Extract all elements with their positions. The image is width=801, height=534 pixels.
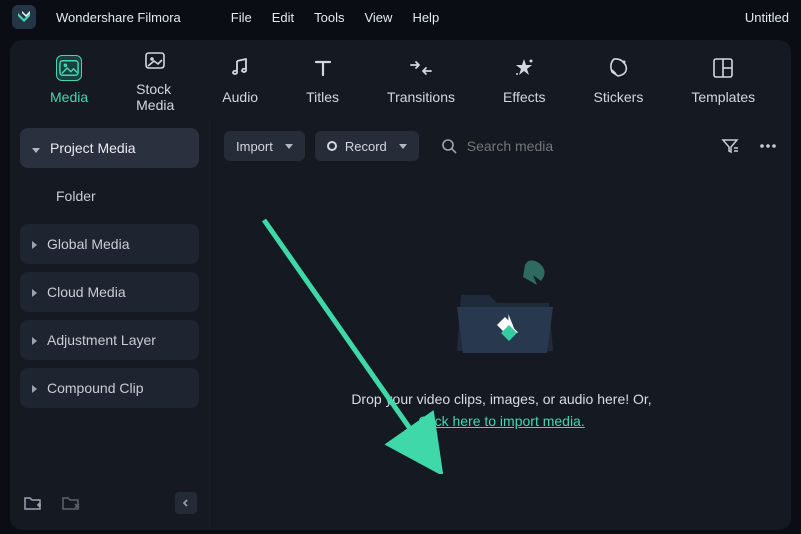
tabbar: Media Stock Media Audio Titles Transitio…: [10, 40, 791, 120]
sidebar-item-compound-clip[interactable]: Compound Clip: [20, 368, 199, 408]
caret-right-icon: [32, 332, 37, 348]
tab-label: Templates: [691, 89, 755, 105]
search-icon: [441, 138, 457, 154]
sidebar-item-folder[interactable]: Folder: [20, 176, 199, 216]
media-icon: [56, 55, 82, 81]
tab-label: Effects: [503, 89, 546, 105]
titles-icon: [310, 55, 336, 81]
annotation-arrow: [256, 214, 446, 474]
sidebar-item-label: Compound Clip: [47, 380, 144, 396]
sidebar-item-label: Global Media: [47, 236, 130, 252]
record-icon: [327, 141, 337, 151]
menu-edit[interactable]: Edit: [272, 10, 294, 25]
document-title: Untitled: [745, 10, 789, 25]
sidebar-footer: [20, 486, 199, 520]
dropzone[interactable]: Drop your video clips, images, or audio …: [224, 164, 779, 520]
sidebar-item-label: Project Media: [50, 140, 136, 156]
app-logo: [12, 5, 36, 29]
titlebar: Wondershare Filmora File Edit Tools View…: [0, 0, 801, 34]
tab-label: Stickers: [594, 89, 644, 105]
tab-transitions[interactable]: Transitions: [387, 55, 455, 105]
main-row: Project Media Folder Global Media Cloud …: [10, 120, 791, 530]
toolbar: Import Record: [224, 128, 779, 164]
import-media-link[interactable]: Click here to import media.: [418, 413, 585, 429]
sidebar-item-label: Folder: [56, 188, 96, 204]
tab-label: Stock Media: [136, 81, 174, 113]
tab-label: Audio: [222, 89, 258, 105]
tab-titles[interactable]: Titles: [306, 55, 339, 105]
stickers-icon: [605, 55, 631, 81]
stock-media-icon: [142, 47, 168, 73]
import-button[interactable]: Import: [224, 131, 305, 161]
sidebar-item-project-media[interactable]: Project Media: [20, 128, 199, 168]
tab-label: Media: [50, 89, 88, 105]
new-folder-icon[interactable]: [22, 492, 44, 514]
tab-stickers[interactable]: Stickers: [594, 55, 644, 105]
search-input[interactable]: [467, 138, 647, 154]
import-folder-graphic: [447, 255, 557, 355]
caret-right-icon: [32, 380, 37, 396]
delete-folder-icon[interactable]: [60, 492, 82, 514]
content-panel: Import Record: [210, 120, 791, 530]
tab-audio[interactable]: Audio: [222, 55, 258, 105]
tab-stock-media[interactable]: Stock Media: [136, 47, 174, 113]
import-label: Import: [236, 139, 273, 154]
tab-effects[interactable]: Effects: [503, 55, 546, 105]
tab-label: Transitions: [387, 89, 455, 105]
more-icon[interactable]: [757, 135, 779, 157]
tab-label: Titles: [306, 89, 339, 105]
transitions-icon: [408, 55, 434, 81]
sidebar-item-label: Adjustment Layer: [47, 332, 156, 348]
caret-right-icon: [32, 284, 37, 300]
menu-view[interactable]: View: [364, 10, 392, 25]
templates-icon: [710, 55, 736, 81]
record-button[interactable]: Record: [315, 131, 419, 161]
collapse-sidebar-button[interactable]: [175, 492, 197, 514]
audio-icon: [227, 55, 253, 81]
app-name: Wondershare Filmora: [56, 10, 181, 25]
record-label: Record: [345, 139, 387, 154]
sidebar-item-label: Cloud Media: [47, 284, 126, 300]
workspace: Media Stock Media Audio Titles Transitio…: [10, 40, 791, 530]
sidebar-item-adjustment-layer[interactable]: Adjustment Layer: [20, 320, 199, 360]
sidebar: Project Media Folder Global Media Cloud …: [10, 120, 210, 530]
effects-icon: [511, 55, 537, 81]
sidebar-item-global-media[interactable]: Global Media: [20, 224, 199, 264]
menu-tools[interactable]: Tools: [314, 10, 344, 25]
caret-down-icon: [32, 140, 40, 156]
dropzone-text: Drop your video clips, images, or audio …: [351, 391, 651, 407]
sidebar-item-cloud-media[interactable]: Cloud Media: [20, 272, 199, 312]
tab-templates[interactable]: Templates: [691, 55, 755, 105]
tab-media[interactable]: Media: [50, 55, 88, 105]
menu-help[interactable]: Help: [412, 10, 439, 25]
filter-icon[interactable]: [719, 135, 741, 157]
caret-right-icon: [32, 236, 37, 252]
menu-file[interactable]: File: [231, 10, 252, 25]
